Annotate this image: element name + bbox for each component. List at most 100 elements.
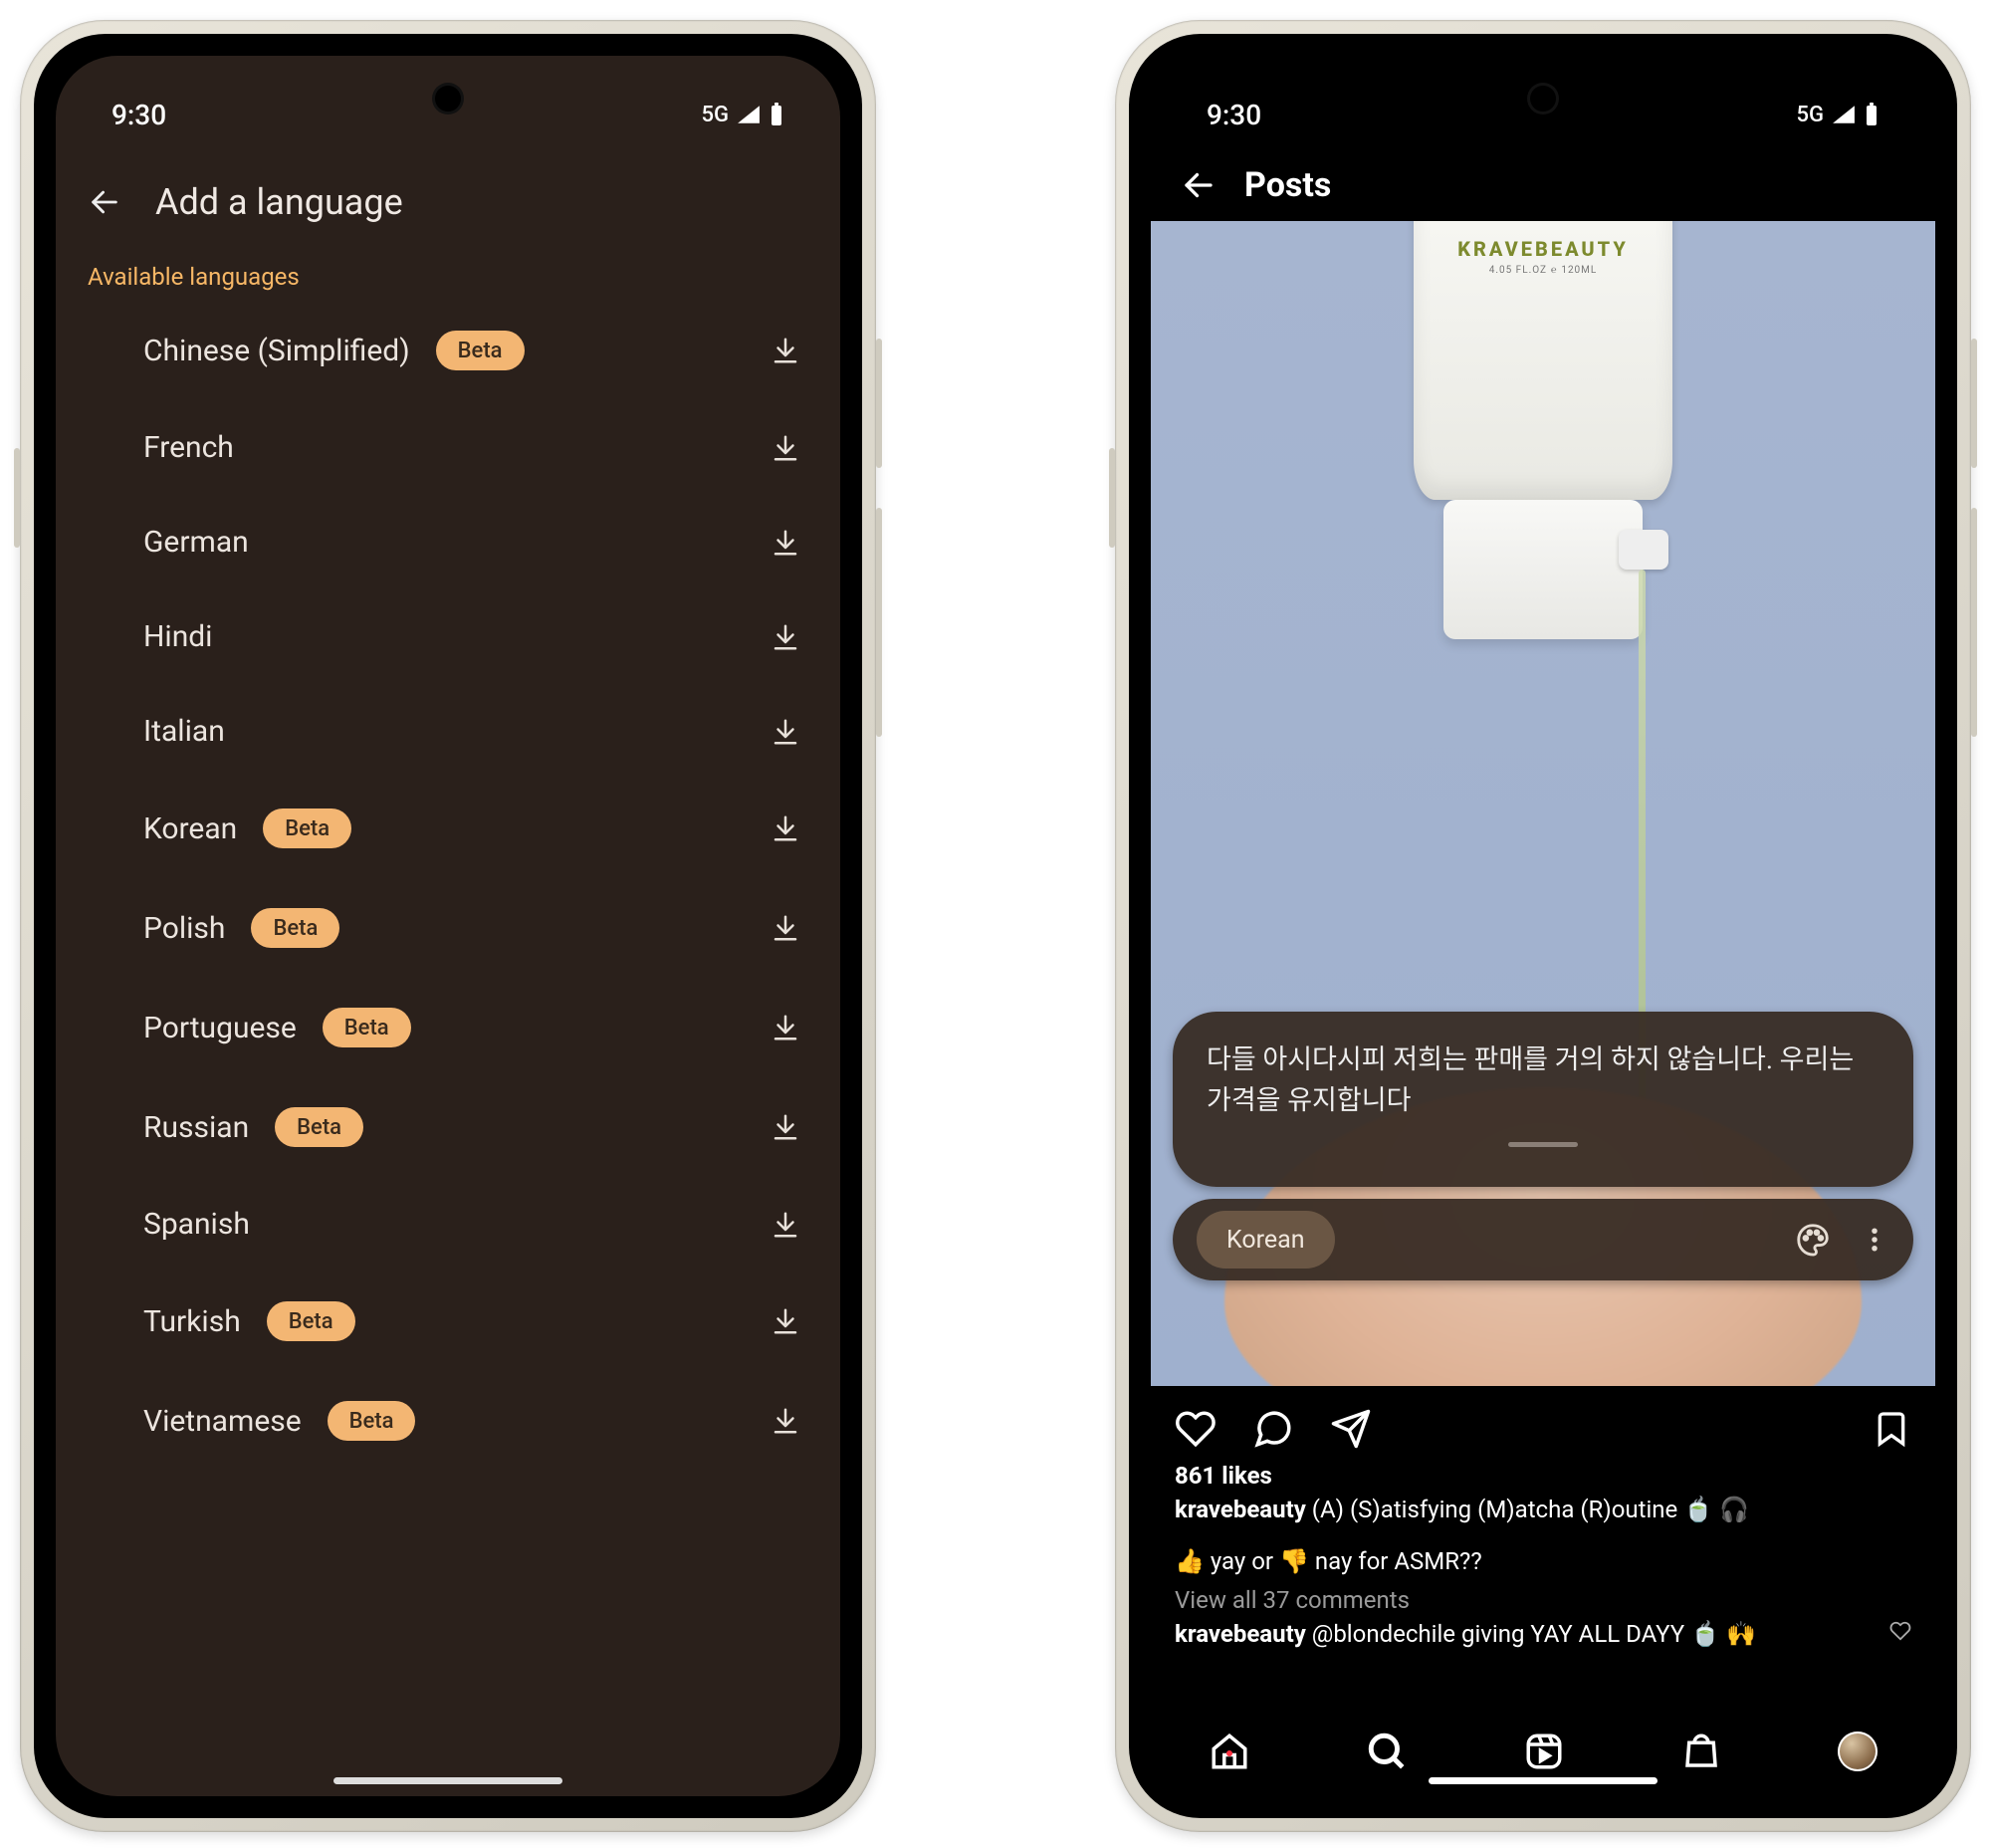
language-row[interactable]: Spanish (84, 1177, 812, 1271)
post-media[interactable]: KRAVEBEAUTY 4.05 FL.OZ ℮ 120ML 다들 아시다시피 … (1151, 221, 1935, 1386)
language-name: Russian (143, 1110, 249, 1145)
beta-badge: Beta (267, 1301, 355, 1341)
like-comment-icon[interactable] (1889, 1620, 1911, 1642)
language-name: Portuguese (143, 1011, 297, 1045)
reels-tab-icon[interactable] (1523, 1731, 1565, 1772)
beta-badge: Beta (251, 908, 339, 948)
phone-frame-left: 9:30 5G Add a language Available languag… (20, 20, 876, 1832)
language-row[interactable]: Hindi (84, 589, 812, 684)
download-icon[interactable] (771, 1406, 800, 1436)
page-title: Add a language (155, 181, 403, 223)
language-name: Korean (143, 811, 237, 846)
download-icon[interactable] (771, 1013, 800, 1042)
translate-caption[interactable]: 다들 아시다시피 저희는 판매를 거의 하지 않습니다. 우리는 가격을 유지합… (1173, 1012, 1913, 1187)
settings-header: Add a language (56, 139, 840, 243)
gesture-bar[interactable] (1429, 1777, 1658, 1784)
phone-frame-right: 9:30 5G Posts KRAVEBEAUTY 4.05 FL.OZ ℮ 1… (1115, 20, 1971, 1832)
translate-text: 다들 아시다시피 저희는 판매를 거의 하지 않습니다. 우리는 가격을 유지합… (1207, 1043, 1854, 1116)
language-row[interactable]: Italian (84, 684, 812, 779)
download-icon[interactable] (771, 622, 800, 652)
language-row[interactable]: Portuguese Beta (84, 978, 812, 1077)
language-row[interactable]: Vietnamese Beta (84, 1371, 812, 1471)
signal-icon (1832, 105, 1856, 124)
search-tab-icon[interactable] (1366, 1731, 1408, 1772)
view-comments[interactable]: View all 37 comments (1151, 1580, 1935, 1616)
language-name: Turkish (143, 1304, 241, 1339)
download-icon[interactable] (771, 1210, 800, 1240)
download-icon[interactable] (771, 1306, 800, 1336)
status-network: 5G (702, 103, 730, 127)
language-row[interactable]: Chinese (Simplified) Beta (84, 301, 812, 400)
post-caption-line2: 👍 yay or 👎 nay for ASMR?? (1151, 1527, 1935, 1579)
beta-badge: Beta (328, 1401, 416, 1441)
language-row[interactable]: Russian Beta (84, 1077, 812, 1177)
language-name: Polish (143, 911, 225, 946)
comment-icon[interactable] (1252, 1408, 1294, 1450)
download-icon[interactable] (771, 336, 800, 365)
language-name: Chinese (Simplified) (143, 334, 410, 368)
front-camera (1530, 86, 1556, 112)
instagram-screen: 9:30 5G Posts KRAVEBEAUTY 4.05 FL.OZ ℮ 1… (1151, 56, 1935, 1796)
beta-badge: Beta (275, 1107, 363, 1147)
pump-cap (1443, 500, 1643, 639)
download-icon[interactable] (771, 813, 800, 843)
battery-icon (1864, 103, 1880, 126)
product-tube: KRAVEBEAUTY 4.05 FL.OZ ℮ 120ML (1414, 221, 1672, 500)
home-tab-icon[interactable] (1209, 1731, 1250, 1772)
comment-text: @blondechile giving YAY ALL DAYY 🍵 🙌 (1312, 1620, 1756, 1648)
back-arrow-icon[interactable] (88, 185, 121, 219)
language-row[interactable]: French (84, 400, 812, 495)
posts-header: Posts (1151, 139, 1935, 221)
status-time: 9:30 (111, 99, 166, 131)
download-icon[interactable] (771, 528, 800, 558)
language-row[interactable]: Turkish Beta (84, 1271, 812, 1371)
shop-tab-icon[interactable] (1680, 1731, 1722, 1772)
like-count[interactable]: 861 likes (1151, 1456, 1935, 1492)
status-network: 5G (1797, 103, 1825, 127)
product-size: 4.05 FL.OZ ℮ 120ML (1489, 265, 1598, 276)
gesture-bar[interactable] (333, 1777, 562, 1784)
product-brand: KRAVEBEAUTY (1457, 237, 1629, 261)
language-list[interactable]: Chinese (Simplified) Beta French German Hind… (56, 301, 840, 1471)
signal-icon (737, 105, 761, 124)
beta-badge: Beta (323, 1008, 411, 1047)
language-row[interactable]: Korean Beta (84, 779, 812, 878)
language-name: German (143, 525, 249, 560)
language-row[interactable]: Polish Beta (84, 878, 812, 978)
status-time: 9:30 (1207, 99, 1261, 131)
like-icon[interactable] (1175, 1408, 1217, 1450)
language-name: French (143, 430, 234, 465)
profile-tab-avatar[interactable] (1838, 1732, 1878, 1771)
download-icon[interactable] (771, 1112, 800, 1142)
posts-title: Posts (1244, 165, 1331, 205)
language-name: Italian (143, 714, 225, 749)
more-icon[interactable] (1860, 1222, 1889, 1258)
language-name: Hindi (143, 619, 212, 654)
caption-text: (A) (S)atisfying (M)atcha (R)outine 🍵 🎧 (1312, 1496, 1749, 1523)
comment-row[interactable]: kravebeauty @blondechile giving YAY ALL … (1151, 1616, 1935, 1652)
download-icon[interactable] (771, 433, 800, 463)
beta-badge: Beta (436, 331, 525, 370)
section-label: Available languages (56, 243, 840, 301)
language-row[interactable]: German (84, 495, 812, 589)
download-icon[interactable] (771, 913, 800, 943)
download-icon[interactable] (771, 717, 800, 747)
settings-screen: 9:30 5G Add a language Available languag… (56, 56, 840, 1796)
palette-icon[interactable] (1794, 1221, 1832, 1259)
bookmark-icon[interactable] (1872, 1408, 1911, 1450)
language-name: Vietnamese (143, 1404, 302, 1439)
translate-toolbar: Korean (1173, 1199, 1913, 1280)
language-chip[interactable]: Korean (1197, 1211, 1335, 1269)
battery-icon (769, 103, 784, 126)
back-arrow-icon[interactable] (1181, 167, 1217, 203)
post-caption[interactable]: kravebeauty (A) (S)atisfying (M)atcha (R… (1151, 1492, 1935, 1527)
share-icon[interactable] (1330, 1408, 1372, 1450)
front-camera (435, 86, 461, 112)
comment-username[interactable]: kravebeauty (1175, 1620, 1306, 1648)
drag-handle[interactable] (1508, 1142, 1578, 1147)
caption-username[interactable]: kravebeauty (1175, 1496, 1306, 1523)
language-name: Spanish (143, 1207, 250, 1242)
pump-nozzle (1619, 530, 1668, 570)
post-actions (1151, 1386, 1935, 1456)
beta-badge: Beta (263, 808, 351, 848)
